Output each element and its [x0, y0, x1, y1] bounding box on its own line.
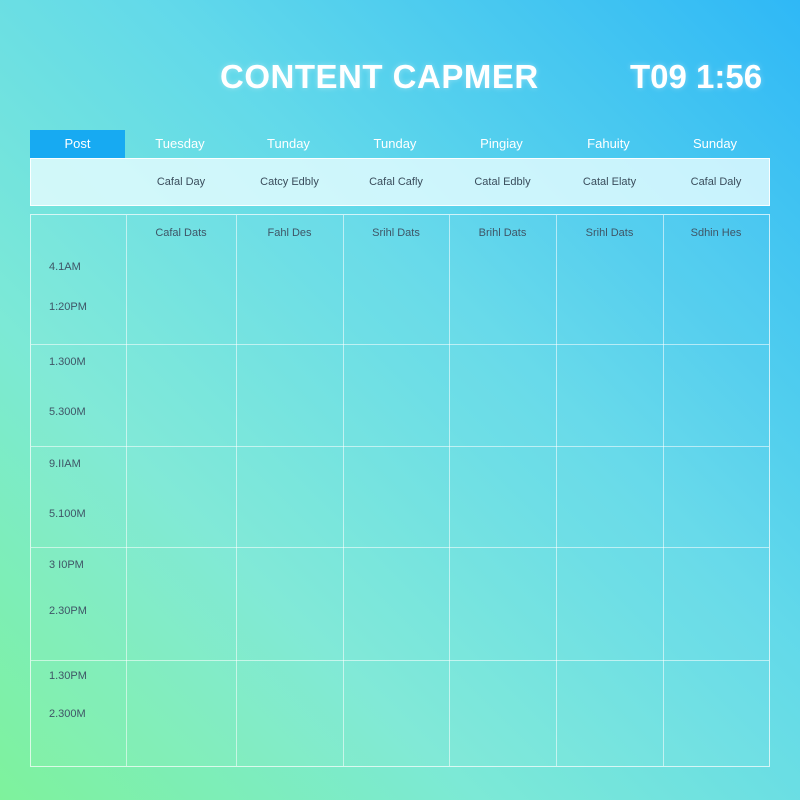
schedule-slot[interactable]	[126, 247, 236, 344]
schedule-slot[interactable]	[126, 446, 236, 547]
column-header-5: Sdhin Hes	[690, 227, 742, 239]
schedule-slot[interactable]	[556, 344, 663, 446]
schedule-slot[interactable]	[663, 446, 769, 547]
time-label: 9.IIAM	[49, 458, 81, 470]
time-label: 1:20PM	[49, 301, 87, 313]
tab-tunday-3[interactable]: Tunday	[342, 130, 448, 158]
tab-fahuity-5[interactable]: Fahuity	[555, 130, 662, 158]
day-sublabel-6[interactable]: Cafal Daly	[663, 159, 769, 205]
schedule-slot[interactable]	[236, 247, 343, 344]
day-sublabel-0	[31, 159, 126, 205]
schedule-slot[interactable]	[449, 547, 556, 660]
schedule-slot[interactable]	[556, 446, 663, 547]
column-header-4: Srihl Dats	[585, 227, 634, 239]
schedule-slot[interactable]	[449, 344, 556, 446]
schedule-slot[interactable]	[556, 660, 663, 766]
schedule-slot[interactable]	[343, 446, 449, 547]
day-sublabel-4[interactable]: Catal Edbly	[449, 159, 556, 205]
schedule-slot[interactable]	[663, 344, 769, 446]
schedule-slot[interactable]	[663, 660, 769, 766]
column-header-0: Cafal Dats	[155, 227, 207, 239]
schedule-slot[interactable]	[126, 344, 236, 446]
schedule-slot[interactable]	[236, 344, 343, 446]
time-label: 4.1AM	[49, 261, 81, 273]
time-label: 1.30PM	[49, 670, 87, 682]
schedule-slot[interactable]	[449, 660, 556, 766]
schedule-slot[interactable]	[556, 247, 663, 344]
clock-display: T09 1:56	[630, 58, 763, 95]
tab-tuesday-1[interactable]: Tuesday	[125, 130, 235, 158]
schedule-grid: Cafal Dats Fahl Des Srihl Dats Brihl Dats Sr…	[30, 214, 770, 767]
schedule-slot[interactable]	[556, 547, 663, 660]
column-header-2: Srihl Dats	[372, 227, 420, 239]
tab-sunday-6[interactable]: Sunday	[662, 130, 768, 158]
schedule-slot[interactable]	[663, 547, 769, 660]
day-sublabel-2[interactable]: Catcy Edbly	[236, 159, 343, 205]
time-label: 2.30PM	[49, 605, 87, 617]
schedule-slot[interactable]	[449, 446, 556, 547]
time-label: 5.300M	[49, 406, 86, 418]
schedule-slot[interactable]	[449, 247, 556, 344]
time-label: 2.300M	[49, 708, 86, 720]
day-sublabel-row: Cafal Day Catcy Edbly Cafal Cafly Catal Edb…	[30, 158, 770, 206]
day-sublabel-1[interactable]: Cafal Day	[126, 159, 236, 205]
time-label: 3 I0PM	[49, 559, 84, 571]
schedule-slot[interactable]	[343, 547, 449, 660]
schedule-slot[interactable]	[236, 446, 343, 547]
tab-pingiay-4[interactable]: Pingiay	[448, 130, 555, 158]
schedule-slot[interactable]	[236, 547, 343, 660]
tab-post-0[interactable]: Post	[30, 130, 125, 158]
day-sublabel-3[interactable]: Cafal Cafly	[343, 159, 449, 205]
time-label: 5.100M	[49, 508, 86, 520]
schedule-slot[interactable]	[663, 247, 769, 344]
column-header-1: Fahl Des	[267, 227, 312, 239]
schedule-slot[interactable]	[236, 660, 343, 766]
day-sublabel-5[interactable]: Catal Elaty	[556, 159, 663, 205]
schedule-slot[interactable]	[343, 344, 449, 446]
schedule-slot[interactable]	[343, 660, 449, 766]
tab-tunday-2[interactable]: Tunday	[235, 130, 342, 158]
column-header-3: Brihl Dats	[478, 227, 527, 239]
schedule-slot[interactable]	[343, 247, 449, 344]
time-label: 1.300M	[49, 356, 86, 368]
schedule-slot[interactable]	[126, 547, 236, 660]
page-title: CONTENT CAPMER	[220, 58, 539, 95]
day-tabs: Post Tuesday Tunday Tunday Pingiay Fahuity Sun…	[30, 130, 770, 158]
schedule-slot[interactable]	[126, 660, 236, 766]
